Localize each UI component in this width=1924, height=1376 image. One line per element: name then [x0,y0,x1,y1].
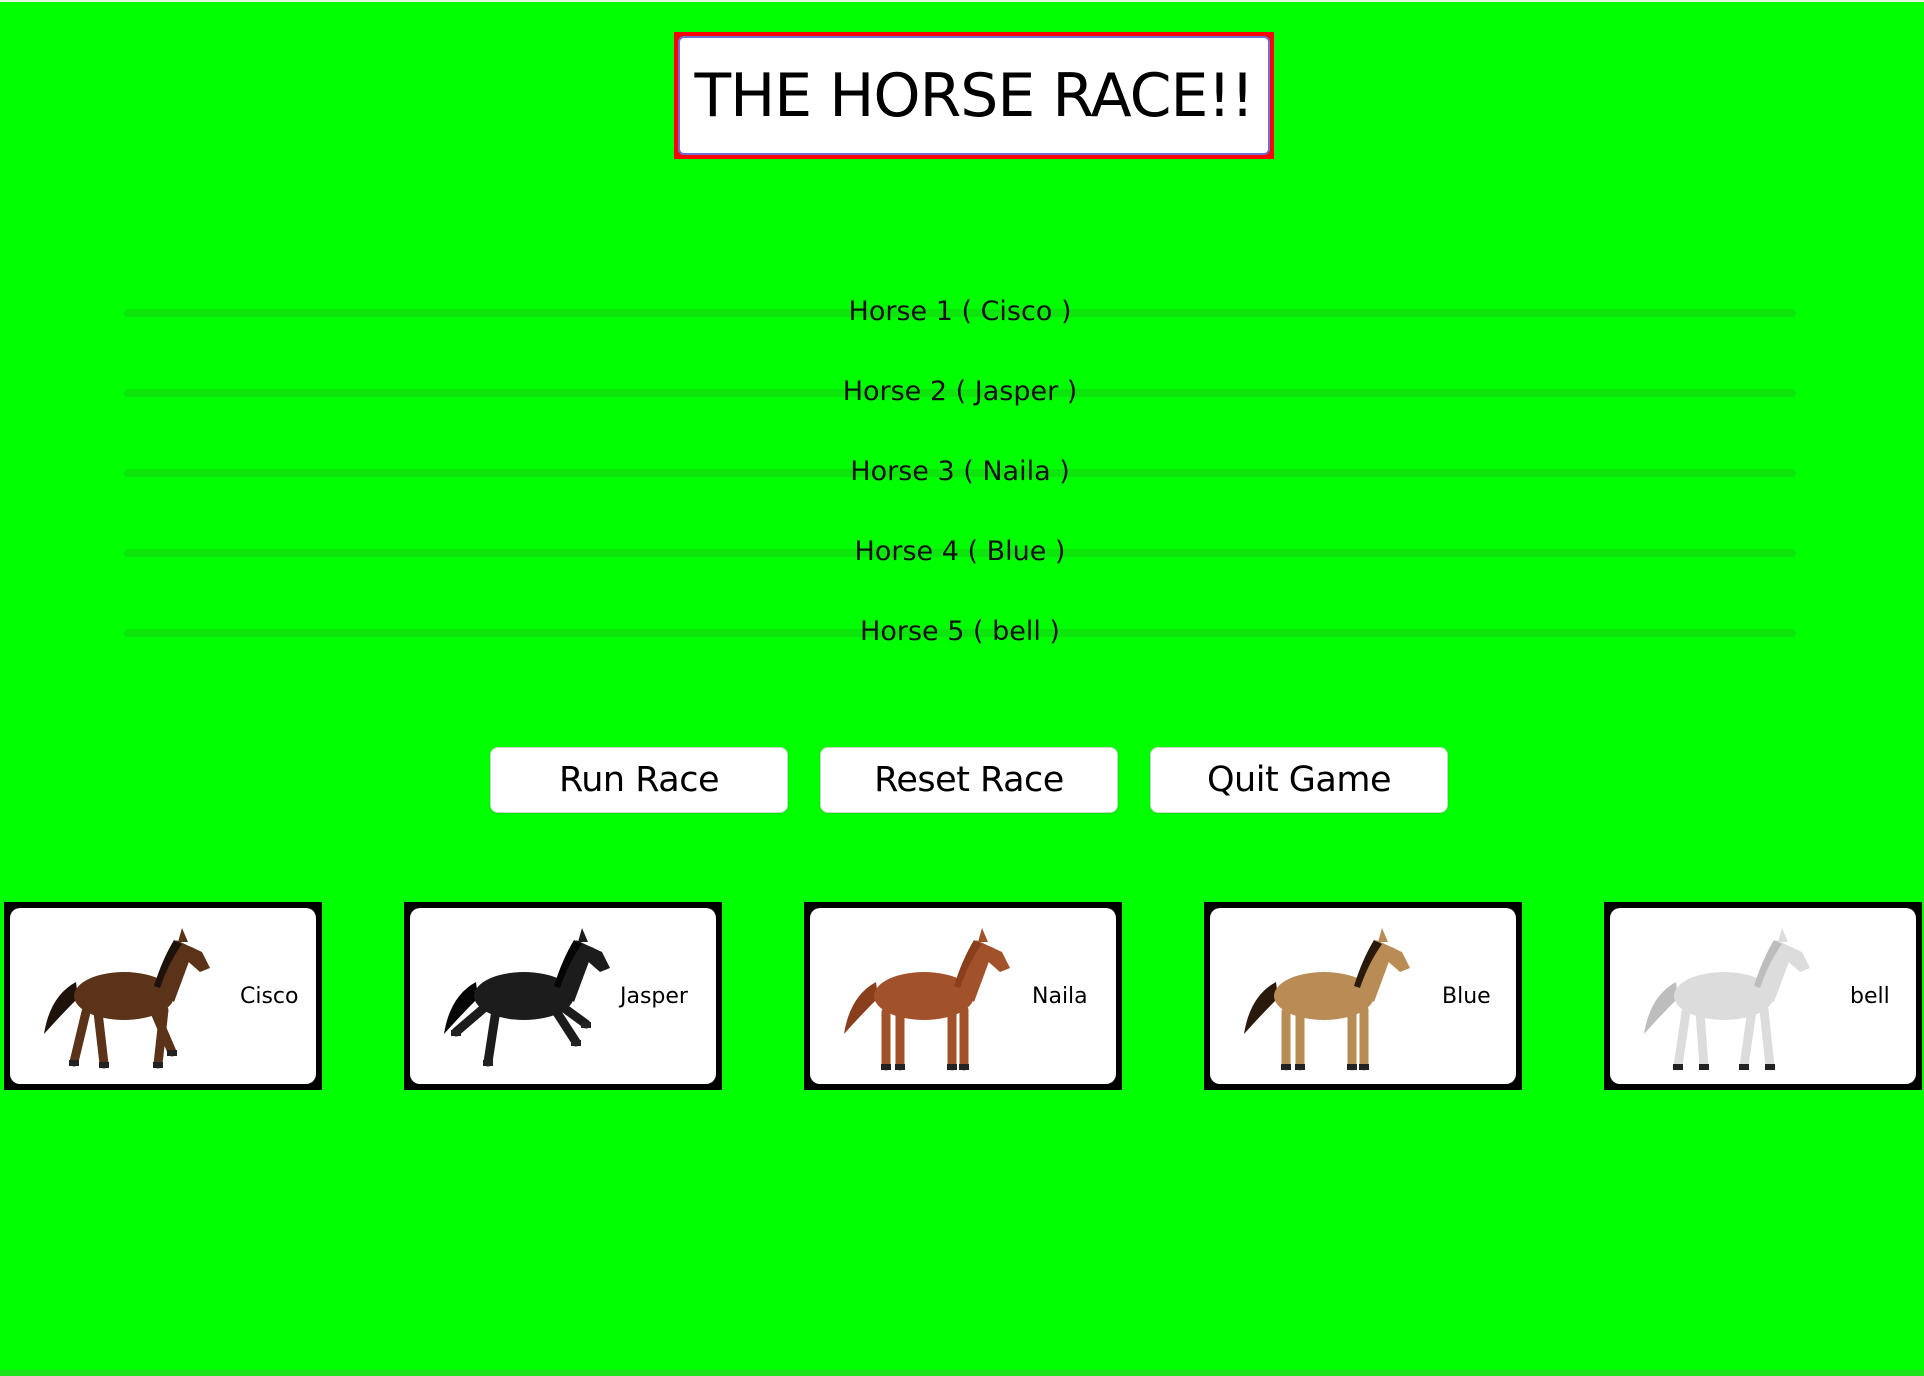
horse-image [444,928,610,1067]
horse-hoof [483,1060,493,1066]
track-label: Horse 5 ( bell ) [860,616,1060,647]
horse-name: Naila [1032,984,1088,1009]
race-track-3: Horse 3 ( Naila ) [124,456,1796,487]
bottom-edge [0,1370,1924,1376]
track-label: Horse 4 ( Blue ) [854,536,1066,567]
horse-leg [93,1007,109,1069]
horse-leg [69,1007,91,1067]
horse-card-cisco[interactable]: Cisco [4,902,322,1090]
horse-name: Blue [1442,984,1491,1009]
horse-ear [978,928,988,942]
horse-hoof [153,1062,163,1068]
horse-image [1244,928,1410,1071]
horse-hoof [167,1050,177,1056]
horse-card-body: bell [1610,908,1916,1084]
horse-hoof [1347,1064,1357,1070]
horse-tail [844,982,878,1034]
horse-hoof [571,1040,581,1046]
race-track-5: Horse 5 ( bell ) [124,616,1796,647]
horse-hoof [1673,1064,1683,1070]
horse-hoof [1281,1064,1291,1070]
horse-tail [1244,982,1278,1034]
horse-leg [1759,1005,1775,1071]
horse-image [1644,928,1810,1071]
horse-image [844,928,1010,1071]
horse-ear [578,928,588,942]
race-track-1: Horse 1 ( Cisco ) [124,296,1796,327]
horse-hoof [99,1062,109,1068]
horse-card-body: Blue [1210,908,1516,1084]
horse-leg [1695,1007,1709,1071]
horse-hoof [1699,1064,1709,1070]
horse-card-jasper[interactable]: Jasper [404,902,722,1090]
horse-leg [153,1005,169,1069]
horse-hoof [1295,1064,1305,1070]
track-label: Horse 3 ( Naila ) [850,456,1070,487]
title-frame: THE HORSE RACE!! [674,32,1274,159]
race-track-2: Horse 2 ( Jasper ) [124,376,1796,407]
horse-leg [1739,1005,1757,1071]
horse-hoof [581,1022,591,1028]
horse-name: bell [1850,984,1890,1009]
horse-ear [1378,928,1388,942]
quit-game-button[interactable]: Quit Game [1150,747,1448,813]
horse-card-body: Naila [810,908,1116,1084]
top-edge [0,0,1924,2]
run-race-button[interactable]: Run Race [490,747,788,813]
horse-card-body: Jasper [410,908,716,1084]
track-label: Horse 1 ( Cisco ) [848,296,1072,327]
horse-name: Cisco [240,984,299,1009]
horse-ear [1778,928,1788,942]
horse-tail [1644,982,1678,1034]
horse-hoof [1765,1064,1775,1070]
horse-hoof [69,1060,79,1066]
horse-card-bell[interactable]: bell [1604,902,1922,1090]
horse-name: Jasper [620,984,688,1009]
horse-image [44,928,210,1069]
horse-card-blue[interactable]: Blue [1204,902,1522,1090]
game-window: THE HORSE RACE!! Horse 1 ( Cisco ) Horse… [0,0,1924,1376]
horse-hoof [1739,1064,1749,1070]
horse-leg [1673,1007,1691,1071]
horse-card-naila[interactable]: Naila [804,902,1122,1090]
horse-hoof [451,1030,461,1036]
reset-race-button[interactable]: Reset Race [820,747,1118,813]
horse-hoof [959,1064,969,1070]
horse-hoof [895,1064,905,1070]
horse-hoof [1359,1064,1369,1070]
horse-tail [44,982,78,1034]
track-label: Horse 2 ( Jasper ) [842,376,1078,407]
horse-hoof [881,1064,891,1070]
page-title: THE HORSE RACE!! [678,36,1270,155]
horse-leg [483,1005,501,1067]
horse-hoof [947,1064,957,1070]
race-track-4: Horse 4 ( Blue ) [124,536,1796,567]
horse-card-body: Cisco [10,908,316,1084]
horse-ear [178,928,188,942]
